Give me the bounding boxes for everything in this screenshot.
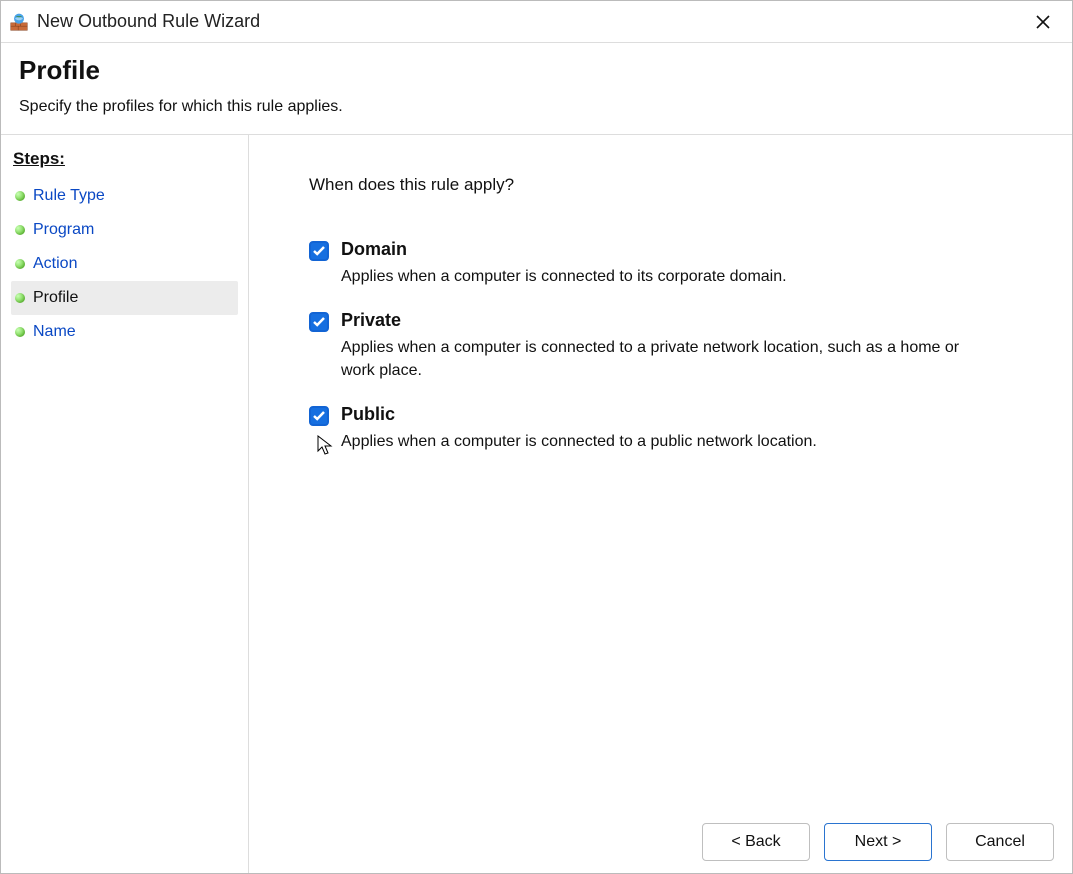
option-private: Private Applies when a computer is conne… [309, 310, 969, 382]
close-button[interactable] [1022, 6, 1064, 38]
option-domain: Domain Applies when a computer is connec… [309, 239, 969, 288]
step-label: Action [33, 255, 77, 273]
cancel-button[interactable]: Cancel [946, 823, 1054, 861]
wizard-window: New Outbound Rule Wizard Profile Specify… [0, 0, 1073, 874]
option-label: Domain [341, 239, 787, 260]
window-title: New Outbound Rule Wizard [37, 11, 260, 32]
step-program[interactable]: Program [11, 213, 238, 247]
option-desc: Applies when a computer is connected to … [341, 266, 787, 288]
check-icon [313, 317, 325, 327]
option-label: Private [341, 310, 969, 331]
page-subtitle: Specify the profiles for which this rule… [19, 98, 1054, 116]
bullet-icon [15, 327, 25, 337]
bullet-icon [15, 225, 25, 235]
prompt-text: When does this rule apply? [309, 175, 1032, 195]
option-desc: Applies when a computer is connected to … [341, 337, 969, 382]
check-icon [313, 411, 325, 421]
steps-sidebar: Steps: Rule Type Program Action Profile … [1, 135, 249, 873]
wizard-body: Steps: Rule Type Program Action Profile … [1, 135, 1072, 873]
step-label: Profile [33, 289, 78, 307]
bullet-icon [15, 259, 25, 269]
close-icon [1036, 15, 1050, 29]
steps-heading: Steps: [13, 149, 238, 169]
wizard-buttons: < Back Next > Cancel [702, 823, 1054, 861]
bullet-icon [15, 293, 25, 303]
step-name[interactable]: Name [11, 315, 238, 349]
option-desc: Applies when a computer is connected to … [341, 431, 817, 453]
step-action[interactable]: Action [11, 247, 238, 281]
checkbox-domain[interactable] [309, 241, 329, 261]
back-button[interactable]: < Back [702, 823, 810, 861]
firewall-icon [9, 12, 29, 32]
step-label: Program [33, 221, 94, 239]
check-icon [313, 246, 325, 256]
step-label: Rule Type [33, 187, 105, 205]
checkbox-private[interactable] [309, 312, 329, 332]
page-title: Profile [19, 55, 1054, 86]
option-label: Public [341, 404, 817, 425]
wizard-header: Profile Specify the profiles for which t… [1, 43, 1072, 135]
main-panel: When does this rule apply? Domain Applie… [249, 135, 1072, 873]
titlebar: New Outbound Rule Wizard [1, 1, 1072, 43]
next-button[interactable]: Next > [824, 823, 932, 861]
step-label: Name [33, 323, 76, 341]
step-profile[interactable]: Profile [11, 281, 238, 315]
step-rule-type[interactable]: Rule Type [11, 179, 238, 213]
checkbox-public[interactable] [309, 406, 329, 426]
bullet-icon [15, 191, 25, 201]
option-public: Public Applies when a computer is connec… [309, 404, 969, 453]
